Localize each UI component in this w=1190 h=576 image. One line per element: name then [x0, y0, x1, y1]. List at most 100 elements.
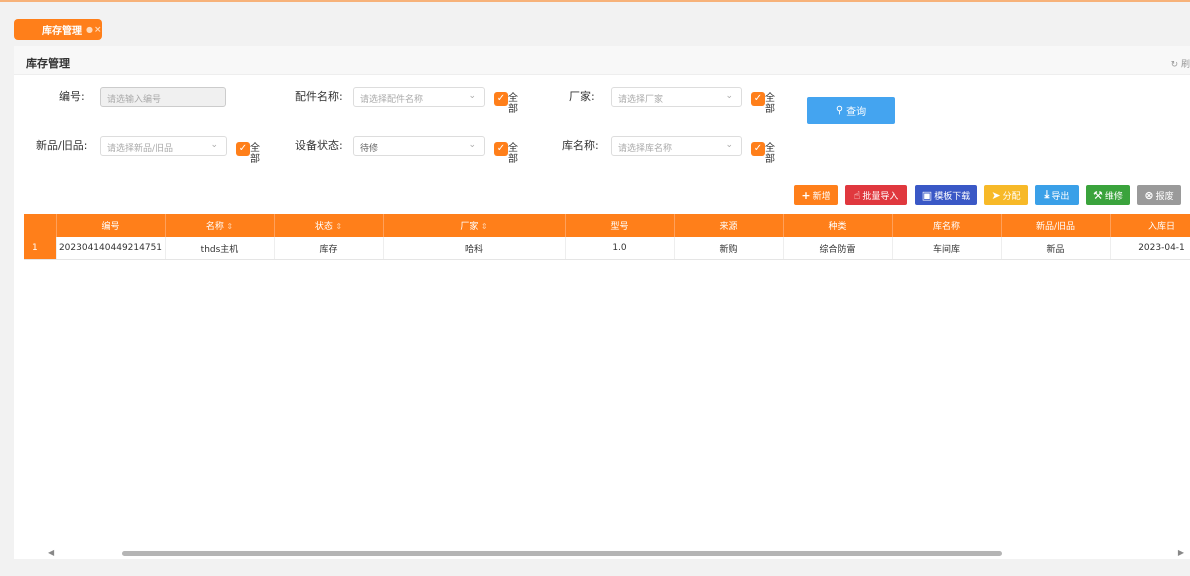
assign-button[interactable]: ➤ 分配 [984, 185, 1028, 205]
table-cell: 车间库 [892, 237, 1002, 260]
assign-label: 分配 [1002, 191, 1021, 202]
chevron-down-icon: ⌄ [468, 140, 476, 150]
refresh-label: 刷 [1180, 60, 1190, 70]
column-header[interactable]: 库名称 [892, 214, 1002, 237]
manufacturer-all-checkbox[interactable]: ✓ [751, 92, 765, 106]
query-button[interactable]: ⚲ 查询 [807, 97, 895, 124]
tab-inventory[interactable]: 库存管理 ● × [14, 19, 102, 40]
table-cell: 新购 [674, 237, 784, 260]
hand-pointer-icon: ☝ [853, 188, 861, 202]
device-status-all-checkbox[interactable]: ✓ [494, 142, 508, 156]
device-status-all-label: 全部 [508, 143, 518, 165]
scrap-button[interactable]: ⊗ 报废 [1137, 185, 1181, 205]
chevron-down-icon: ⌄ [725, 140, 733, 150]
new-old-label: 新品/旧品: [36, 139, 88, 152]
new-old-select[interactable]: 请选择新品/旧品 ⌄ [100, 136, 227, 156]
send-icon: ➤ [991, 188, 1001, 202]
new-old-all-label: 全部 [250, 143, 260, 165]
tab-refresh-icon[interactable]: ● [86, 25, 93, 34]
column-header[interactable]: 名称 ⇕ [165, 214, 275, 237]
column-header[interactable]: 种类 [783, 214, 893, 237]
scroll-left-icon[interactable]: ◀ [48, 548, 54, 557]
warehouse-select[interactable]: 请选择库名称 ⌄ [611, 136, 742, 156]
table-cell: 哈科 [383, 237, 566, 260]
part-name-all-checkbox[interactable]: ✓ [494, 92, 508, 106]
excel-file-icon: ▣ [921, 188, 933, 202]
scrollbar-thumb[interactable] [122, 551, 1002, 556]
warehouse-all-label: 全部 [765, 143, 775, 165]
scroll-right-icon[interactable]: ▶ [1178, 548, 1184, 557]
batch-import-button[interactable]: ☝ 批量导入 [845, 185, 907, 205]
new-old-all-checkbox[interactable]: ✓ [236, 142, 250, 156]
column-header[interactable]: 来源 [674, 214, 784, 237]
manufacturer-label: 厂家: [569, 90, 595, 103]
table-cell: thds主机 [165, 237, 275, 260]
new-old-placeholder: 请选择新品/旧品 [107, 144, 174, 154]
code-placeholder: 请选输入编号 [107, 95, 162, 105]
plus-icon: + [801, 188, 811, 202]
horizontal-scrollbar[interactable]: ◀ ▶ [38, 547, 1190, 559]
repair-label: 维修 [1104, 191, 1123, 202]
export-label: 导出 [1051, 191, 1070, 202]
panel-refresh-button[interactable]: ↻ 刷 [1171, 57, 1190, 70]
part-name-placeholder: 请选择配件名称 [360, 95, 424, 105]
part-name-label: 配件名称: [295, 90, 343, 103]
panel-header: 库存管理 ↻ 刷 [14, 46, 1190, 75]
code-input[interactable]: 请选输入编号 [100, 87, 226, 107]
table-cell: 202304140449214751 [56, 237, 166, 260]
tab-label: 库存管理 [42, 26, 82, 37]
column-header[interactable] [24, 214, 57, 237]
table-cell: 综合防雷 [783, 237, 893, 260]
column-header[interactable]: 状态 ⇕ [274, 214, 384, 237]
refresh-icon: ↻ [1170, 60, 1179, 70]
table-cell: 库存 [274, 237, 384, 260]
template-download-button[interactable]: ▣ 模板下载 [915, 185, 977, 205]
row-number: 1 [24, 237, 57, 260]
chevron-down-icon: ⌄ [468, 91, 476, 101]
inventory-panel: 库存管理 ↻ 刷 编号: 请选输入编号 配件名称: 请选择配件名称 ⌄ ✓ 全部 … [14, 46, 1190, 559]
scrap-label: 报废 [1155, 191, 1174, 202]
add-label: 新增 [812, 191, 831, 202]
add-button[interactable]: + 新增 [794, 185, 838, 205]
top-accent-line [0, 0, 1190, 2]
table-cell: 新品 [1001, 237, 1111, 260]
column-header[interactable]: 入库日 [1110, 214, 1190, 237]
part-name-select[interactable]: 请选择配件名称 ⌄ [353, 87, 485, 107]
chevron-down-icon: ⌄ [210, 140, 218, 150]
device-status-select[interactable]: 待修 ⌄ [353, 136, 485, 156]
table-cell: 2023-04-1 [1110, 237, 1190, 260]
manufacturer-all-label: 全部 [765, 93, 775, 115]
column-header[interactable]: 型号 [565, 214, 675, 237]
template-download-label: 模板下载 [934, 191, 971, 202]
panel-title: 库存管理 [26, 57, 70, 70]
batch-import-label: 批量导入 [862, 191, 899, 202]
manufacturer-placeholder: 请选择厂家 [618, 95, 664, 105]
column-header[interactable]: 编号 [56, 214, 166, 237]
table-cell: 1.0 [565, 237, 675, 260]
code-label: 编号: [59, 90, 85, 103]
query-label: 查询 [846, 107, 867, 118]
circle-x-icon: ⊗ [1144, 188, 1154, 202]
warehouse-all-checkbox[interactable]: ✓ [751, 142, 765, 156]
repair-button[interactable]: ⚒ 维修 [1086, 185, 1130, 205]
tab-close-icon[interactable]: × [94, 25, 102, 35]
manufacturer-select[interactable]: 请选择厂家 ⌄ [611, 87, 742, 107]
sort-icon[interactable]: ⇕ [333, 222, 342, 231]
warehouse-placeholder: 请选择库名称 [618, 144, 673, 154]
device-status-label: 设备状态: [295, 139, 343, 152]
sort-icon[interactable]: ⇕ [224, 222, 233, 231]
wrench-icon: ⚒ [1093, 188, 1103, 202]
table-row[interactable]: 1 202304140449214751 thds主机 库存 哈科 1.0 新购 综合防雷 车间… [24, 237, 1190, 260]
table-header-row: 编号 名称 ⇕ 状态 ⇕ 厂家 ⇕ 型号 来源 种类 库名称 新品/旧品 入库日 [24, 214, 1190, 237]
inventory-table: 编号 名称 ⇕ 状态 ⇕ 厂家 ⇕ 型号 来源 种类 库名称 新品/旧品 入库日 1 2023041… [24, 214, 1190, 544]
download-icon: ⤓ [1044, 188, 1050, 201]
export-button[interactable]: ⤓ 导出 [1035, 185, 1079, 205]
part-name-all-label: 全部 [508, 93, 518, 115]
chevron-down-icon: ⌄ [725, 91, 733, 101]
search-icon: ⚲ [835, 105, 844, 116]
column-header[interactable]: 厂家 ⇕ [383, 214, 566, 237]
sort-icon[interactable]: ⇕ [478, 222, 488, 231]
column-header[interactable]: 新品/旧品 [1001, 214, 1111, 237]
device-status-value: 待修 [360, 144, 379, 154]
warehouse-label: 库名称: [562, 139, 599, 152]
